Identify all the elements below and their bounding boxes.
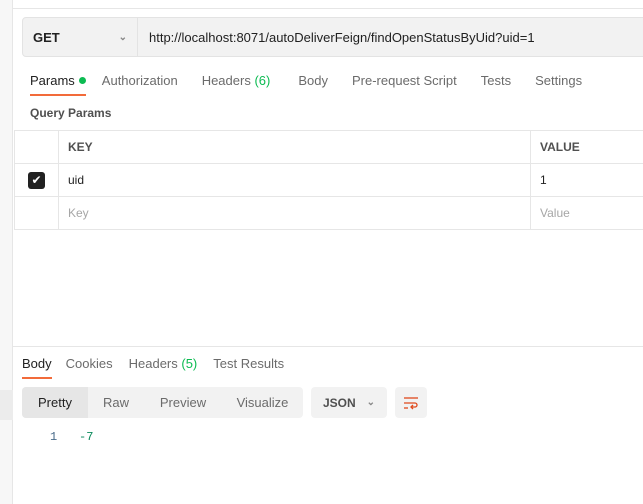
view-mode-selector: Pretty Raw Preview Visualize — [22, 387, 303, 418]
table-header: KEY VALUE — [14, 130, 643, 164]
tab-params[interactable]: Params — [30, 73, 86, 96]
value-input[interactable]: Value — [530, 196, 643, 230]
view-pretty[interactable]: Pretty — [22, 387, 88, 418]
view-visualize[interactable]: Visualize — [222, 387, 303, 418]
table-row: ✔ uid 1 — [14, 163, 643, 197]
tab-authorization[interactable]: Authorization — [102, 73, 178, 88]
line-number: 1 — [50, 430, 58, 444]
method-label: GET — [33, 29, 60, 45]
query-params-title: Query Params — [30, 106, 112, 120]
tab-response-body[interactable]: Body — [22, 356, 52, 379]
divider — [13, 8, 643, 9]
tab-headers[interactable]: Headers (6) — [202, 73, 271, 88]
url-input[interactable]: http://localhost:8071/autoDeliverFeign/f… — [138, 30, 535, 45]
request-url-bar: GET ⌄ http://localhost:8071/autoDeliverFe… — [22, 17, 643, 57]
param-value[interactable]: 1 — [530, 163, 643, 197]
checkbox-checked[interactable]: ✔ — [28, 171, 45, 189]
table-row-empty: Key Value — [14, 196, 643, 230]
request-tabs: Params Authorization Headers (6) Body Pr… — [30, 73, 582, 96]
wrap-icon — [404, 396, 418, 409]
left-sidebar-strip — [0, 0, 13, 504]
params-active-dot — [78, 77, 86, 84]
tab-body[interactable]: Body — [298, 73, 328, 88]
chevron-down-icon: ⌄ — [118, 31, 127, 43]
wrap-lines-button[interactable] — [395, 387, 427, 418]
tab-settings[interactable]: Settings — [535, 73, 582, 88]
key-input[interactable]: Key — [58, 196, 531, 230]
key-header: KEY — [58, 130, 531, 164]
tab-test-results[interactable]: Test Results — [213, 356, 284, 371]
tab-tests[interactable]: Tests — [481, 73, 511, 88]
tab-cookies[interactable]: Cookies — [66, 356, 113, 371]
tab-response-headers[interactable]: Headers (5) — [129, 356, 198, 371]
query-params-table: KEY VALUE ✔ uid 1 Key Value — [14, 130, 643, 230]
param-key[interactable]: uid — [58, 163, 531, 197]
format-select[interactable]: JSON ⌄ — [311, 387, 387, 418]
response-content: -7 — [79, 430, 94, 444]
view-raw[interactable]: Raw — [88, 387, 144, 418]
chevron-down-icon: ⌄ — [366, 397, 375, 408]
sidebar-selected-item[interactable] — [0, 390, 13, 420]
method-select[interactable]: GET ⌄ — [23, 18, 138, 56]
pane-divider[interactable] — [13, 346, 643, 347]
value-header: VALUE — [530, 130, 643, 164]
view-preview[interactable]: Preview — [144, 387, 222, 418]
format-label: JSON — [323, 395, 356, 410]
response-tabs: Body Cookies Headers (5) Test Results — [22, 356, 284, 379]
tab-pre-request-script[interactable]: Pre-request Script — [352, 73, 457, 88]
